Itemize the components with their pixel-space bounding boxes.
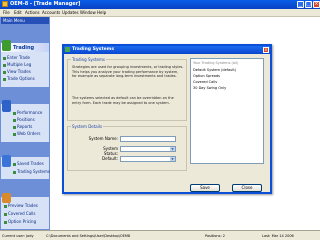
nav-item-preview-trades[interactable]: Preview Trades — [4, 203, 38, 208]
list-header: Your Trading Systems (all) — [193, 61, 239, 65]
orange-options-icon — [2, 193, 11, 203]
nav-item-view-trades[interactable]: View Trades — [3, 69, 31, 74]
app-window: OEM-8 - [Trade Manager] _ □ × File Edit … — [0, 0, 320, 240]
about-groupbox: Trading Systems Strategies are used for … — [67, 57, 187, 121]
system-name-label: System Name: — [88, 136, 118, 141]
nav-item-trading-systems[interactable]: Trading Systems — [13, 169, 50, 174]
menu-edit[interactable]: Edit — [14, 10, 22, 15]
chevron-down-icon: ▼ — [170, 157, 175, 161]
about-groupbox-label: Trading Systems — [71, 57, 106, 62]
trading-systems-dialog: Trading Systems × Trading Systems Strate… — [62, 44, 272, 194]
blue-gear-icon — [2, 100, 11, 112]
system-details-groupbox: System Details System Name: System Statu… — [67, 124, 187, 171]
description-paragraph-2: The systems selected as default can be o… — [72, 96, 174, 105]
trading-systems-list[interactable]: Your Trading Systems (all) Default Syste… — [190, 58, 264, 164]
nav-item-multiple-leg[interactable]: Multiple Leg — [3, 62, 31, 67]
nav-item-performance[interactable]: Performance — [13, 110, 42, 115]
list-item[interactable]: 30 Day Swing Only — [193, 86, 226, 90]
system-status-select[interactable]: ▼ — [120, 146, 176, 152]
status-bar: Current user: Jody C:\Documents and Sett… — [0, 230, 320, 240]
list-item[interactable]: Option Spreads — [193, 74, 220, 78]
menu-help[interactable]: Help — [97, 10, 106, 15]
status-date: Last: Mar 14 2006 — [262, 234, 294, 238]
nav-item-enter-trade[interactable]: Enter Trade — [3, 55, 30, 60]
dialog-icon — [65, 47, 70, 52]
menu-file[interactable]: File — [3, 10, 10, 15]
nav-item-web-orders[interactable]: Web Orders — [13, 131, 40, 136]
description-paragraph-1: Strategies are used for grouping investm… — [72, 65, 184, 78]
system-status-label: System Status: — [103, 146, 118, 156]
nav-group-options: Preview Trades Covered Calls Option Pric… — [1, 193, 49, 229]
list-item[interactable]: Default System (default) — [193, 68, 236, 72]
status-path: C:\Documents and Settings\User\Desktop\O… — [46, 234, 131, 238]
nav-group-saved: Saved Trades Trading Systems — [1, 155, 50, 179]
save-button[interactable]: Save — [190, 184, 220, 192]
close-window-button[interactable]: × — [313, 1, 320, 8]
default-label: Default: — [102, 156, 118, 161]
minimize-button[interactable]: _ — [297, 1, 304, 8]
status-user: Current user: Jody — [2, 234, 34, 238]
list-item[interactable]: Covered Calls — [193, 80, 217, 84]
menu-updates[interactable]: Updates — [62, 10, 79, 15]
nav-group-trading: Trading Enter Trade Multiple Leg View Tr… — [1, 40, 49, 87]
blue-folder-icon — [2, 155, 11, 167]
window-title-bar: OEM-8 - [Trade Manager] _ □ × — [0, 0, 320, 9]
left-nav-panel: Main Menu Trading Enter Trade Multiple L… — [0, 17, 50, 230]
menu-actions[interactable]: Actions — [25, 10, 40, 15]
menu-bar: File Edit Actions Accounts Updates Windo… — [0, 9, 320, 17]
status-mode: Positions: 2 — [205, 234, 225, 238]
app-icon — [2, 1, 8, 7]
maximize-button[interactable]: □ — [305, 1, 312, 8]
nav-item-saved-trades[interactable]: Saved Trades — [13, 161, 44, 166]
nav-group-label: Trading — [13, 45, 35, 51]
system-details-label: System Details — [71, 124, 104, 129]
nav-group-header[interactable]: Trading — [1, 40, 49, 52]
nav-item-trade-options[interactable]: Trade Options — [3, 76, 35, 81]
window-title: OEM-8 - [Trade Manager] — [10, 1, 81, 7]
system-name-input[interactable] — [120, 136, 176, 142]
menu-window[interactable]: Window — [80, 10, 96, 15]
nav-item-covered-calls[interactable]: Covered Calls — [4, 211, 35, 216]
chevron-down-icon: ▼ — [170, 147, 175, 151]
dialog-title-bar: Trading Systems × — [64, 46, 270, 54]
nav-item-positions[interactable]: Positions — [13, 117, 35, 122]
nav-item-option-pricing[interactable]: Option Pricing — [4, 219, 36, 224]
nav-item-reports[interactable]: Reports — [13, 124, 32, 129]
nav-group-performance: Performance Positions Reports Web Orders — [1, 100, 49, 142]
nav-panel-header: Main Menu — [1, 17, 49, 24]
dialog-close-button[interactable]: × — [263, 47, 269, 53]
close-button[interactable]: Close — [232, 184, 262, 192]
dialog-title: Trading Systems — [72, 47, 115, 52]
menu-accounts[interactable]: Accounts — [42, 10, 60, 15]
green-chart-icon — [2, 40, 11, 51]
default-select[interactable]: ▼ — [120, 156, 176, 162]
